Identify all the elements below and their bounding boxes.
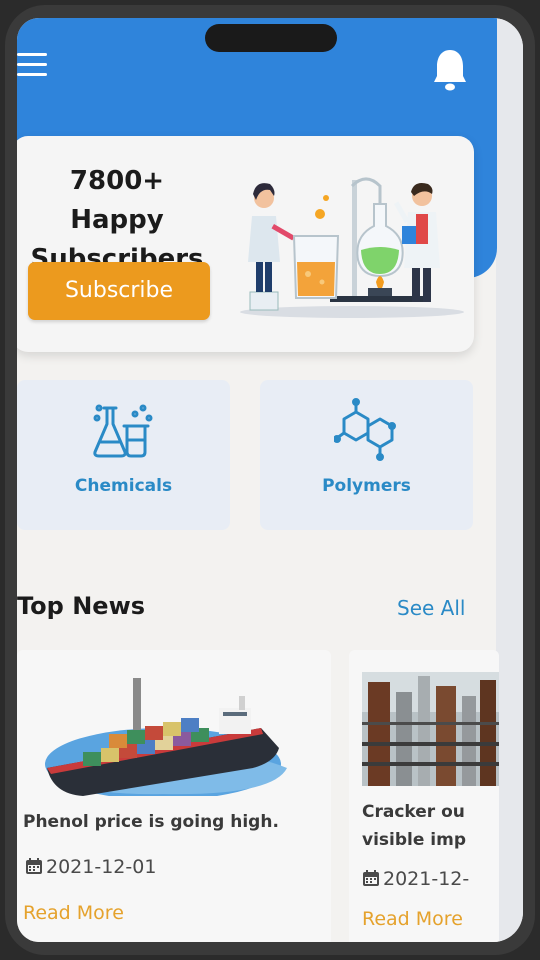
flask-icon — [93, 404, 153, 458]
news-date-text: 2021-12-01 — [46, 856, 157, 878]
news-title: Phenol price is going high. — [23, 812, 279, 832]
camera-notch — [205, 24, 337, 52]
refinery-image — [362, 672, 499, 786]
lab-scientists-illustration — [240, 177, 464, 318]
news-date-text: 2021-12- — [383, 868, 470, 890]
read-more-link[interactable]: Read More — [362, 908, 463, 930]
news-date: 2021-12- — [362, 868, 469, 890]
category-label: Chemicals — [74, 476, 173, 496]
news-date: 2021-12-01 — [25, 856, 156, 878]
top-news-heading: Top News — [17, 592, 146, 620]
see-all-link[interactable]: See All — [397, 596, 465, 620]
category-label: Polymers — [322, 476, 411, 496]
category-card-chemicals[interactable]: Chemicals — [17, 380, 230, 530]
subscribe-button[interactable]: Subscribe — [28, 262, 210, 320]
read-more-link[interactable]: Read More — [23, 902, 124, 924]
screen-edge — [496, 18, 523, 942]
molecule-icon — [334, 398, 396, 461]
news-title: Cracker ou visible imp — [362, 802, 467, 850]
calendar-icon — [26, 858, 42, 874]
bell-icon[interactable] — [433, 48, 467, 92]
calendar-icon — [363, 870, 379, 886]
news-card[interactable]: Cracker ou visible imp 2021-12- Read Mor… — [349, 650, 499, 942]
cargo-ship-image — [45, 678, 287, 796]
app-screen: 7800+ Happy Subscribers Subscribe Chemic… — [17, 18, 523, 942]
category-card-polymers[interactable]: Polymers — [260, 380, 473, 530]
subscribe-promo-card: 7800+ Happy Subscribers Subscribe — [17, 136, 474, 352]
menu-icon[interactable] — [17, 53, 47, 76]
news-card[interactable]: Phenol price is going high. 2021-12-01 R… — [17, 650, 331, 942]
